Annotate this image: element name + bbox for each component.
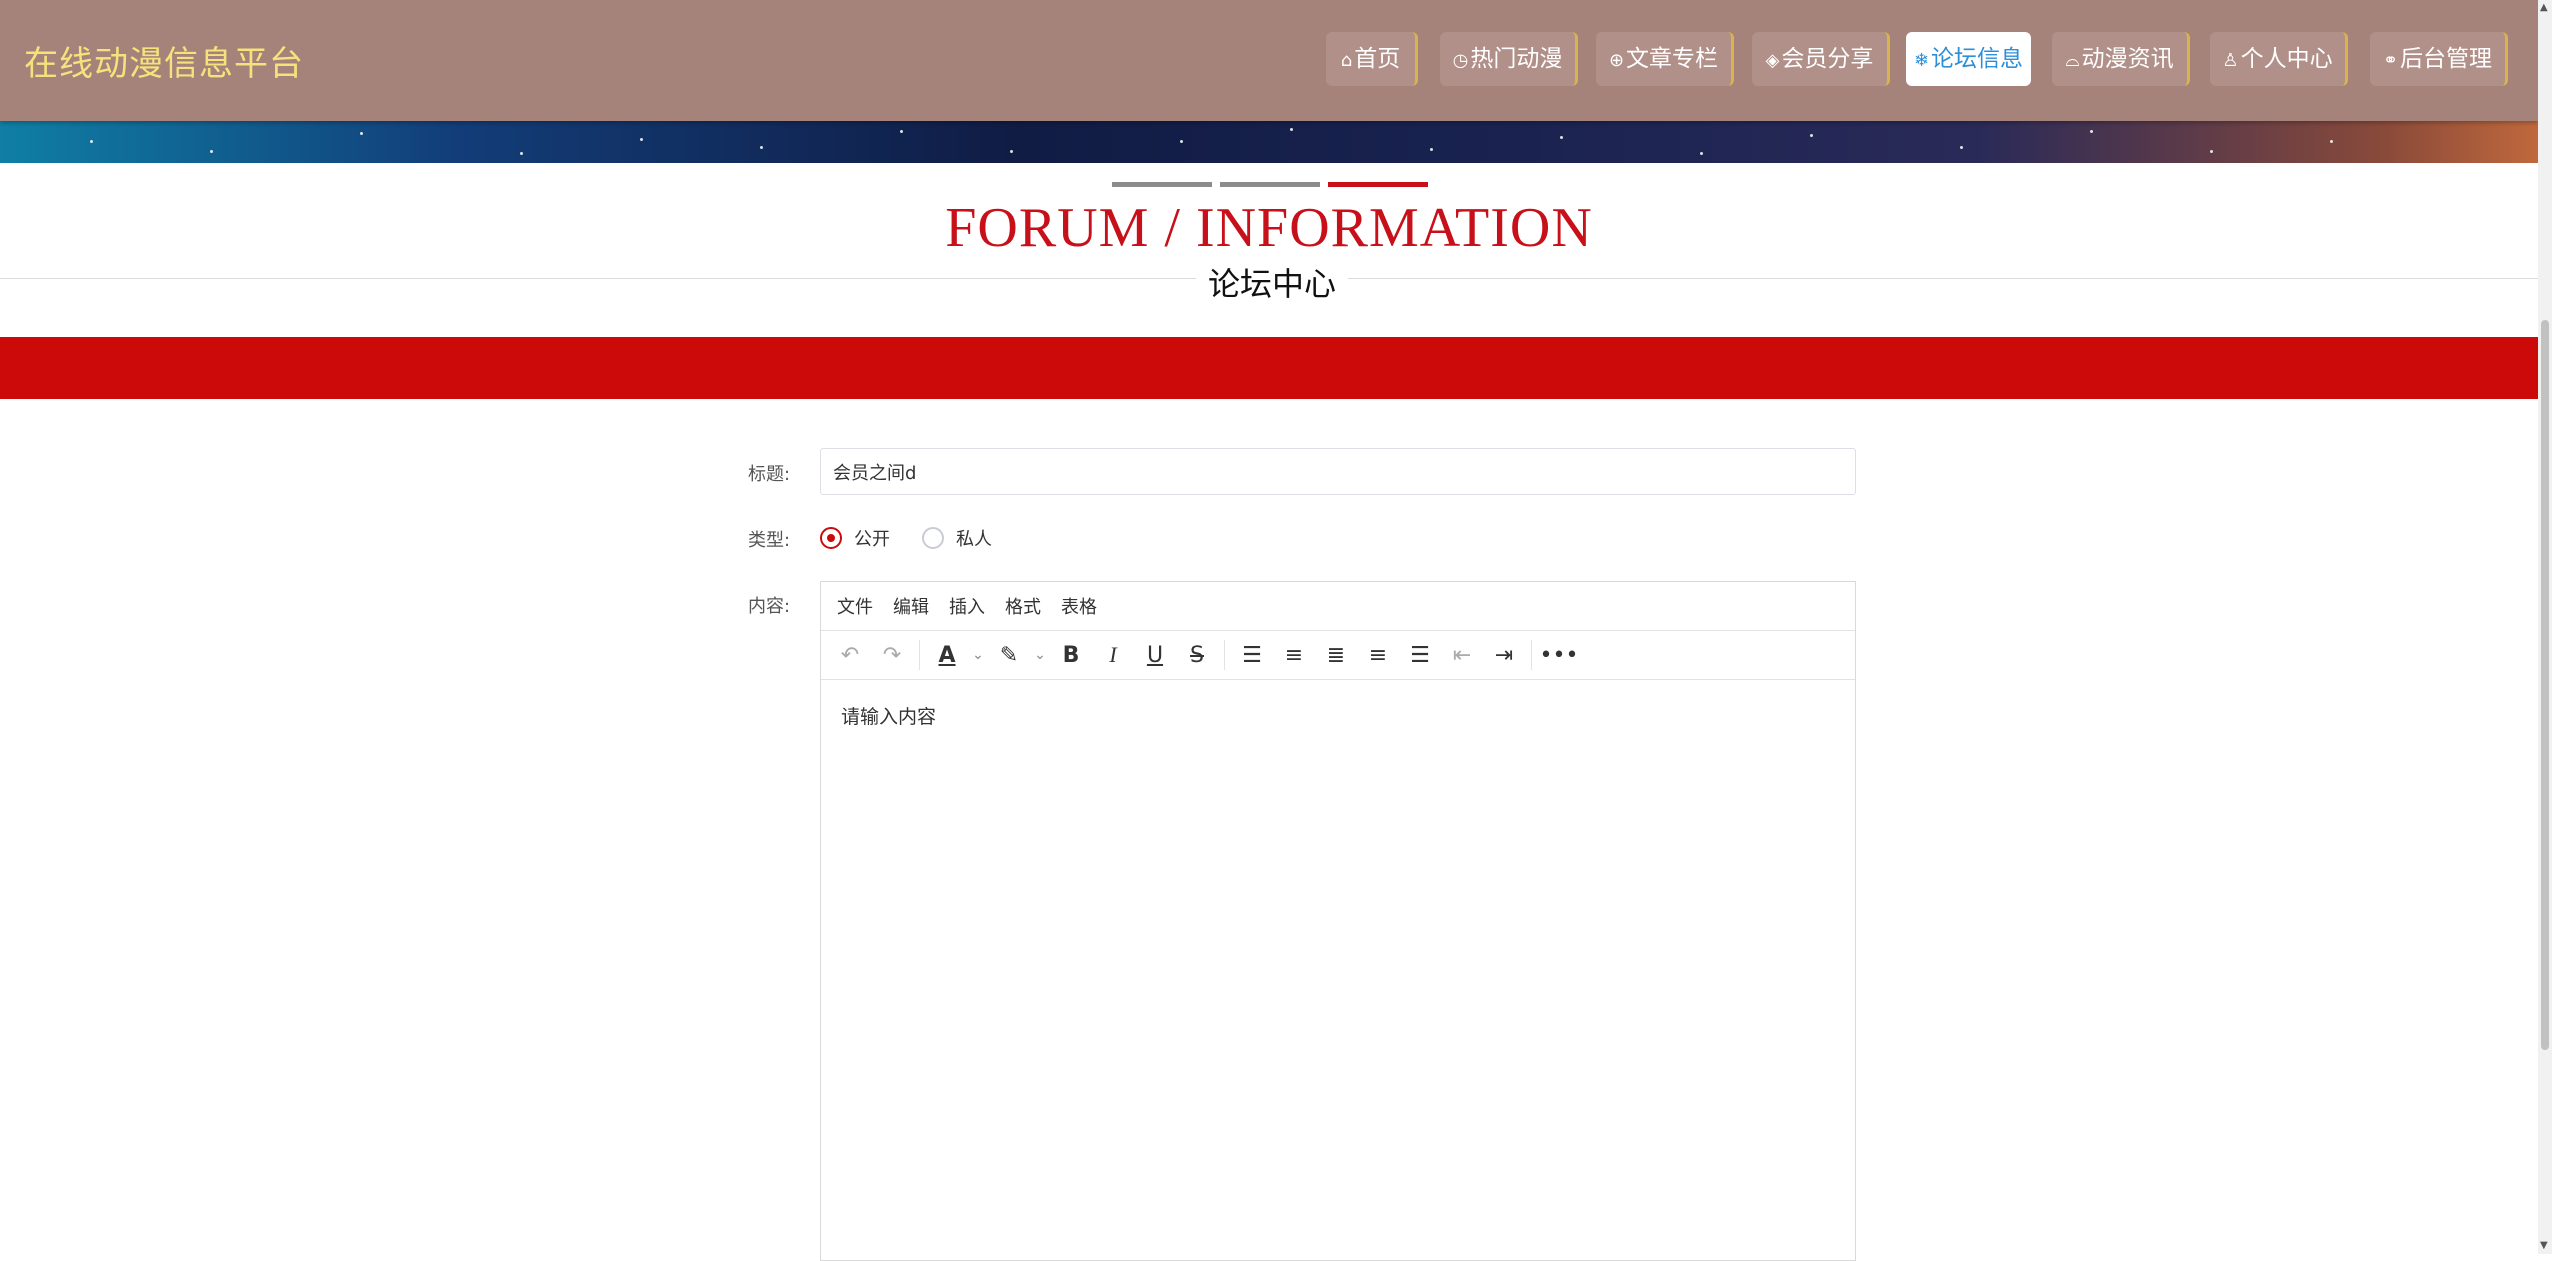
chevron-down-icon[interactable]: ⌄ <box>1030 635 1050 675</box>
section-title-en: FORUM / INFORMATION <box>945 197 1593 259</box>
title-label: 标题: <box>748 464 791 485</box>
indent-icon[interactable]: ⇥ <box>1483 635 1525 675</box>
globe-icon: ⊕ <box>1608 50 1625 71</box>
menu-file[interactable]: 文件 <box>837 593 873 619</box>
nav-label: 动漫资讯 <box>2081 46 2174 72</box>
nav-forum[interactable]: ❄论坛信息 <box>1906 32 2031 86</box>
nav-label: 论坛信息 <box>1931 46 2024 72</box>
outdent-icon[interactable]: ⇤ <box>1441 635 1483 675</box>
nav-label: 热门动漫 <box>1470 46 1563 72</box>
redo-icon[interactable]: ↷ <box>871 635 913 675</box>
cube-icon: ◈ <box>1765 50 1780 71</box>
nav-anime-news[interactable]: ⌓动漫资讯 <box>2052 32 2190 86</box>
editor-menubar: 文件 编辑 插入 格式 表格 <box>821 582 1855 631</box>
content-label: 内容: <box>748 596 791 617</box>
toolbar-separator <box>1531 640 1532 670</box>
line-height-icon[interactable]: ☰ <box>1231 635 1273 675</box>
editor-toolbar: ↶ ↷ A ⌄ ✎ ⌄ B I U S ☰ ≡ ≣ ≡ ☰ ⇤ ⇥ ••• <box>821 631 1855 680</box>
toolbar-separator <box>1224 640 1225 670</box>
italic-icon[interactable]: I <box>1092 635 1134 675</box>
bold-icon[interactable]: B <box>1050 635 1092 675</box>
scroll-up-icon[interactable]: ▲ <box>2540 2 2548 13</box>
radio-dot <box>820 527 842 549</box>
nav-member-share[interactable]: ◈会员分享 <box>1752 32 1890 86</box>
nav-label: 首页 <box>1354 46 1401 72</box>
title-input[interactable] <box>820 448 1856 495</box>
menu-insert[interactable]: 插入 <box>949 593 985 619</box>
title-decor-rule <box>1112 182 1212 187</box>
nav-admin[interactable]: ⚭后台管理 <box>2370 32 2508 86</box>
title-decor-rule-active <box>1328 182 1428 187</box>
radio-private[interactable]: 私人 <box>922 525 992 551</box>
align-right-icon[interactable]: ≡ <box>1357 635 1399 675</box>
home-icon: ⌂ <box>1340 50 1353 71</box>
section-red-bar <box>0 337 2538 399</box>
nav-articles[interactable]: ⊕文章专栏 <box>1596 32 1734 86</box>
menu-format[interactable]: 格式 <box>1005 593 1041 619</box>
user-icon: ♙ <box>2222 50 2239 71</box>
nav-label: 会员分享 <box>1781 46 1874 72</box>
align-justify-icon[interactable]: ☰ <box>1399 635 1441 675</box>
chevron-down-icon[interactable]: ⌄ <box>968 635 988 675</box>
nav-personal-center[interactable]: ♙个人中心 <box>2210 32 2348 86</box>
radio-label: 公开 <box>854 529 890 550</box>
navbar: 在线动漫信息平台 ⌂首页 ◷热门动漫 ⊕文章专栏 ◈会员分享 ❄论坛信息 ⌓动漫… <box>0 0 2538 121</box>
text-color-icon[interactable]: A <box>926 635 968 675</box>
radio-label: 私人 <box>956 529 992 550</box>
menu-edit[interactable]: 编辑 <box>893 593 929 619</box>
snowflake-icon: ❄ <box>1913 50 1930 71</box>
page-scrollbar[interactable]: ▲ ▼ <box>2538 0 2552 1254</box>
align-center-icon[interactable]: ≣ <box>1315 635 1357 675</box>
type-label: 类型: <box>748 530 791 551</box>
section-title-cn: 论坛中心 <box>1196 259 1349 305</box>
radio-public[interactable]: 公开 <box>820 525 890 551</box>
toolbar-separator <box>919 640 920 670</box>
undo-icon[interactable]: ↶ <box>829 635 871 675</box>
nav-label: 个人中心 <box>2240 46 2333 72</box>
editor-content-placeholder[interactable]: 请输入内容 <box>841 702 936 729</box>
highlight-color-icon[interactable]: ✎ <box>988 635 1030 675</box>
nav-label: 文章专栏 <box>1626 46 1719 72</box>
scrollbar-thumb[interactable] <box>2541 320 2549 1050</box>
more-icon[interactable]: ••• <box>1538 635 1580 675</box>
strikethrough-icon[interactable]: S <box>1176 635 1218 675</box>
nav-home[interactable]: ⌂首页 <box>1326 32 1418 86</box>
menu-table[interactable]: 表格 <box>1061 593 1097 619</box>
link-icon: ⚭ <box>2382 50 2399 71</box>
underline-icon[interactable]: U <box>1134 635 1176 675</box>
title-decor-rule <box>1220 182 1320 187</box>
align-left-icon[interactable]: ≡ <box>1273 635 1315 675</box>
clock-icon: ◷ <box>1452 50 1469 71</box>
radio-dot <box>922 527 944 549</box>
site-brand[interactable]: 在线动漫信息平台 <box>24 36 304 85</box>
rich-text-editor: 文件 编辑 插入 格式 表格 ↶ ↷ A ⌄ ✎ ⌄ B I U S ☰ ≡ ≣… <box>820 581 1856 1261</box>
book-icon: ⌓ <box>2065 50 2080 71</box>
nav-hot-anime[interactable]: ◷热门动漫 <box>1440 32 1578 86</box>
nav-label: 后台管理 <box>2400 46 2493 72</box>
scroll-down-icon[interactable]: ▼ <box>2540 1240 2548 1251</box>
